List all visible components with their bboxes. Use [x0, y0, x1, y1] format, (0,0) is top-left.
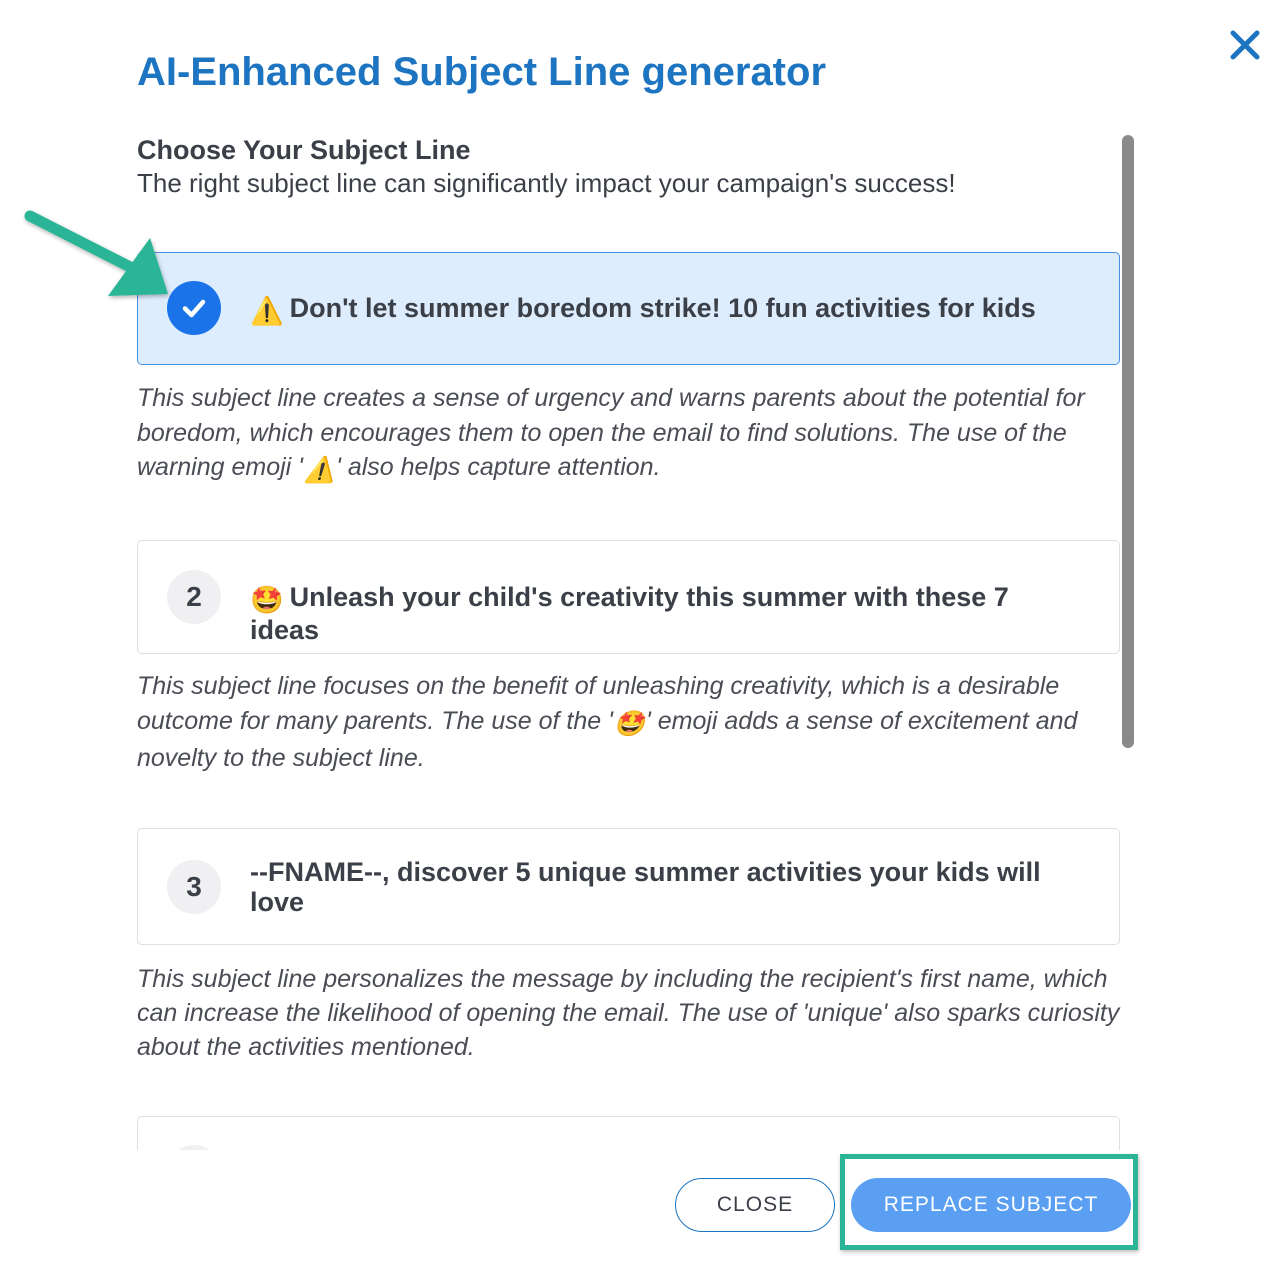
subject-option-label: --FNAME--, discover 5 unique summer acti…	[250, 857, 1041, 917]
explanation-text: ' also helps capture attention.	[336, 453, 661, 481]
subject-option-4[interactable]	[137, 1116, 1120, 1150]
warning-emoji-icon: ⚠️	[303, 456, 336, 484]
subject-option-explanation: This subject line focuses on the benefit…	[137, 669, 1132, 776]
option-number-badge: 3	[167, 860, 221, 914]
subject-option-1[interactable]: ⚠️ Don't let summer boredom strike! 10 fu…	[137, 252, 1120, 365]
subject-option-text: 🤩 Unleash your child's creativity this su…	[250, 582, 1059, 645]
selected-check-badge	[167, 281, 221, 335]
option-number-badge	[167, 1145, 221, 1150]
section-subtitle: The right subject line can significantly…	[137, 168, 956, 198]
section-header: Choose Your Subject Line The right subje…	[137, 132, 1127, 198]
close-button[interactable]: CLOSE	[675, 1178, 835, 1232]
option-number-badge: 2	[167, 570, 221, 624]
star-struck-emoji-icon: 🤩	[250, 585, 284, 615]
subject-option-3[interactable]: 3 --FNAME--, discover 5 unique summer ac…	[137, 828, 1120, 945]
subject-option-label: Unleash your child's creativity this sum…	[250, 582, 1009, 645]
close-icon[interactable]	[1228, 28, 1262, 62]
warning-emoji-icon: ⚠️	[250, 296, 284, 326]
dialog-title: AI-Enhanced Subject Line generator	[137, 50, 827, 94]
subject-option-explanation: This subject line creates a sense of urg…	[137, 381, 1132, 488]
star-struck-emoji-icon: 🤩	[613, 709, 645, 738]
replace-subject-button[interactable]: REPLACE SUBJECT	[851, 1178, 1131, 1232]
subject-option-explanation: This subject line personalizes the messa…	[137, 965, 1120, 1061]
section-title: Choose Your Subject Line	[137, 135, 471, 165]
subject-option-2[interactable]: 2 🤩 Unleash your child's creativity this …	[137, 540, 1120, 654]
subject-line-dialog: AI-Enhanced Subject Line generator Choos…	[0, 0, 1282, 1276]
options-scroll-area[interactable]: Choose Your Subject Line The right subje…	[137, 132, 1137, 1150]
subject-option-label: Don't let summer boredom strike! 10 fun …	[289, 293, 1036, 323]
scrollbar-thumb[interactable]	[1122, 135, 1134, 748]
check-icon	[182, 299, 206, 318]
subject-option-text: ⚠️ Don't let summer boredom strike! 10 fu…	[250, 293, 1059, 326]
